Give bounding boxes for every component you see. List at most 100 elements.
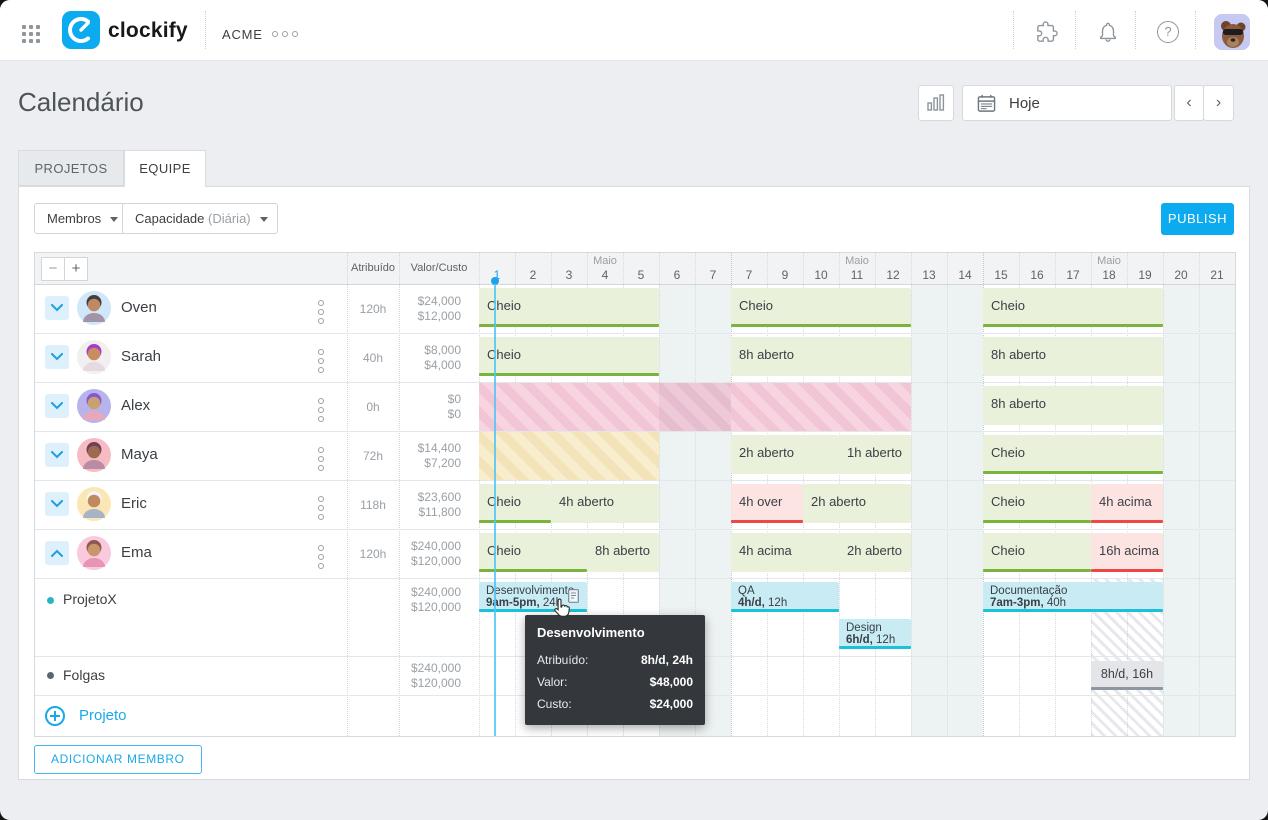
member-options-icon[interactable] <box>318 349 324 373</box>
project-value: $240,000 <box>410 661 461 675</box>
add-project-label[interactable]: Projeto <box>79 707 127 724</box>
notifications-bell-icon[interactable] <box>1097 21 1119 43</box>
booked-band[interactable] <box>479 432 659 480</box>
day-number: 5 <box>637 268 645 282</box>
schedule-bar[interactable]: 4h acima <box>731 533 839 572</box>
member-expand-button[interactable] <box>45 394 69 418</box>
day-separator <box>911 253 912 736</box>
schedule-bar[interactable]: Cheio <box>731 288 911 327</box>
member-cost: $120,000 <box>410 554 461 568</box>
members-filter[interactable]: Membros <box>34 203 129 234</box>
member-avatar-image <box>77 340 111 374</box>
member-options-icon[interactable] <box>318 300 324 324</box>
topbar-divider <box>205 11 206 49</box>
zoom-in-button[interactable]: + <box>64 257 88 281</box>
workspace-more-icon[interactable] <box>272 31 298 37</box>
capacity-underline <box>479 520 551 523</box>
add-project-icon[interactable] <box>45 706 65 726</box>
schedule-bar[interactable]: 8h aberto <box>587 533 659 572</box>
schedule-bar[interactable]: 2h aberto <box>839 533 911 572</box>
member-expand-button[interactable] <box>45 492 69 516</box>
task-bar[interactable]: Documentação 7am-3pm, 40h <box>983 582 1163 612</box>
member-value-cost: $23,600 $11,800 <box>399 490 461 520</box>
capacity-underline <box>1091 520 1163 523</box>
task-bar[interactable]: Design 6h/d, 12h <box>839 619 911 649</box>
publish-button[interactable]: PUBLISH <box>1161 203 1234 235</box>
task-bar[interactable]: QA 4h/d, 12h <box>731 582 839 612</box>
day-number: 12 <box>886 268 900 282</box>
tooltip-row: Custo: $24,000 <box>537 693 693 715</box>
project-value-cost: $240,000 $120,000 <box>399 661 461 691</box>
member-assigned-hours: 120h <box>359 547 387 561</box>
member-options-icon[interactable] <box>318 447 324 471</box>
day-number: 6 <box>673 268 681 282</box>
schedule-bar[interactable]: Cheio <box>983 484 1091 523</box>
day-number: 10 <box>814 268 828 282</box>
schedule-bar-label: 2h aberto <box>811 494 866 509</box>
next-period-button[interactable]: › <box>1203 85 1234 121</box>
schedule-bar-label: 2h aberto <box>847 543 902 558</box>
time-off-cell[interactable]: 8h/d, 16h <box>1091 661 1163 690</box>
schedule-bar[interactable]: Cheio <box>983 533 1091 572</box>
schedule-bar[interactable]: Cheio <box>479 484 551 523</box>
member-expand-button[interactable] <box>45 345 69 369</box>
prev-period-button[interactable]: ‹ <box>1174 85 1204 121</box>
schedule-bar[interactable]: Cheio <box>479 337 659 376</box>
schedule-bar-label: Cheio <box>487 347 521 362</box>
integrations-puzzle-icon[interactable] <box>1036 21 1058 43</box>
schedule-bar[interactable]: 2h aberto <box>803 484 911 523</box>
booked-band[interactable] <box>731 383 911 431</box>
help-icon[interactable]: ? <box>1157 21 1179 43</box>
member-name: Eric <box>121 495 147 512</box>
schedule-bar[interactable]: 4h aberto <box>551 484 659 523</box>
tooltip-row-value: $24,000 <box>649 697 693 711</box>
workspace-name[interactable]: ACME <box>222 27 263 42</box>
member-cost: $12,000 <box>417 309 461 323</box>
time-off-underline <box>1091 687 1163 690</box>
schedule-bar[interactable]: 8h aberto <box>983 386 1163 425</box>
day-number: 11 <box>850 268 864 282</box>
schedule-bar[interactable]: 8h aberto <box>731 337 911 376</box>
schedule-bar[interactable]: Cheio <box>983 288 1163 327</box>
schedule-bar[interactable]: 4h acima <box>1091 484 1163 523</box>
member-value: $14,400 <box>417 441 461 455</box>
schedule-bar[interactable]: 8h aberto <box>983 337 1163 376</box>
schedule-bar[interactable]: 16h acima <box>1091 533 1163 572</box>
day-number: 7 <box>709 268 717 282</box>
add-member-button[interactable]: ADICIONAR MEMBRO <box>34 745 202 774</box>
day-number: 15 <box>994 268 1008 282</box>
member-cost: $0 <box>447 407 461 421</box>
member-avatar <box>77 438 111 472</box>
schedule-bar[interactable]: Cheio <box>983 435 1163 474</box>
schedule-bar-label: 2h aberto <box>739 445 794 460</box>
booked-band[interactable] <box>659 383 731 431</box>
schedule-bar[interactable]: Cheio <box>479 288 659 327</box>
tooltip-row-label: Valor: <box>537 675 568 689</box>
member-value: $23,600 <box>417 490 461 504</box>
member-expand-button[interactable] <box>45 443 69 467</box>
member-options-icon[interactable] <box>318 398 324 422</box>
schedule-bar-label: Cheio <box>991 543 1025 558</box>
schedule-bar[interactable]: 4h over <box>731 484 803 523</box>
member-options-icon[interactable] <box>318 496 324 520</box>
tab-projetos[interactable]: PROJETOS <box>18 150 124 186</box>
schedule-bar[interactable]: 1h aberto <box>839 435 911 474</box>
schedule-bar[interactable]: 2h aberto <box>731 435 839 474</box>
tooltip-row-value: $48,000 <box>649 675 693 689</box>
zoom-out-button[interactable]: − <box>41 257 65 281</box>
member-expand-button[interactable] <box>45 541 69 565</box>
day-number: 3 <box>565 268 573 282</box>
chart-view-button[interactable] <box>918 85 954 121</box>
schedule-bar-label: Cheio <box>991 298 1025 313</box>
hand-cursor-icon <box>551 597 573 624</box>
today-button[interactable]: Hoje <box>962 85 1172 121</box>
capacity-filter[interactable]: Capacidade (Diária) <box>122 203 278 234</box>
member-name: Sarah <box>121 348 162 365</box>
member-expand-button[interactable] <box>45 296 69 320</box>
clockify-logo-icon[interactable] <box>62 11 100 49</box>
booked-band[interactable] <box>479 383 659 431</box>
user-avatar[interactable] <box>1214 14 1250 50</box>
tab-equipe[interactable]: EQUIPE <box>124 150 206 187</box>
apps-grid-icon[interactable] <box>22 25 42 45</box>
member-options-icon[interactable] <box>318 545 324 569</box>
